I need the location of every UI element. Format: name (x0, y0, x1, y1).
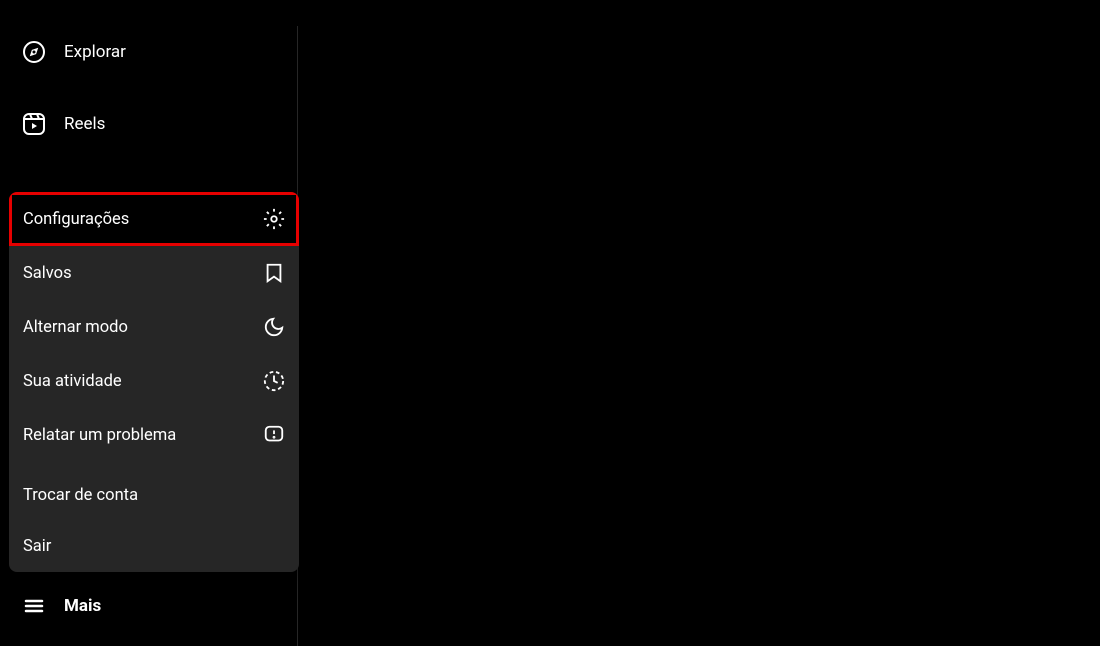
report-icon (263, 424, 285, 446)
popup-item-label: Sair (23, 537, 51, 556)
popup-divider (9, 462, 299, 470)
popup-item-sua-atividade[interactable]: Sua atividade (9, 354, 299, 408)
activity-icon (263, 370, 285, 392)
compass-icon (22, 40, 46, 64)
popup-item-label: Trocar de conta (23, 486, 138, 505)
popup-item-alternar-modo[interactable]: Alternar modo (9, 300, 299, 354)
gear-icon (263, 208, 285, 230)
reels-icon (22, 112, 46, 136)
sidebar-item-explorar[interactable]: Explorar (0, 26, 297, 78)
moon-icon (263, 316, 285, 338)
popup-item-salvos[interactable]: Salvos (9, 246, 299, 300)
hamburger-icon (22, 594, 46, 618)
sidebar-item-label: Reels (64, 114, 105, 134)
sidebar-item-label: Mais (64, 596, 101, 616)
popup-item-label: Sua atividade (23, 372, 122, 391)
sidebar-item-reels[interactable]: Reels (0, 98, 297, 150)
popup-item-label: Relatar um problema (23, 426, 176, 445)
sidebar-item-label: Explorar (64, 42, 126, 62)
more-popup-menu: Configurações Salvos Alternar modo Sua a… (9, 192, 299, 572)
popup-item-sair[interactable]: Sair (9, 521, 299, 572)
sidebar-item-more[interactable]: Mais (0, 580, 297, 632)
popup-item-configuracoes[interactable]: Configurações (9, 192, 299, 246)
popup-item-relatar-problema[interactable]: Relatar um problema (9, 408, 299, 462)
popup-item-label: Alternar modo (23, 318, 128, 337)
popup-item-label: Configurações (23, 210, 129, 229)
popup-item-trocar-conta[interactable]: Trocar de conta (9, 470, 299, 521)
popup-item-label: Salvos (23, 264, 72, 283)
bookmark-icon (263, 262, 285, 284)
